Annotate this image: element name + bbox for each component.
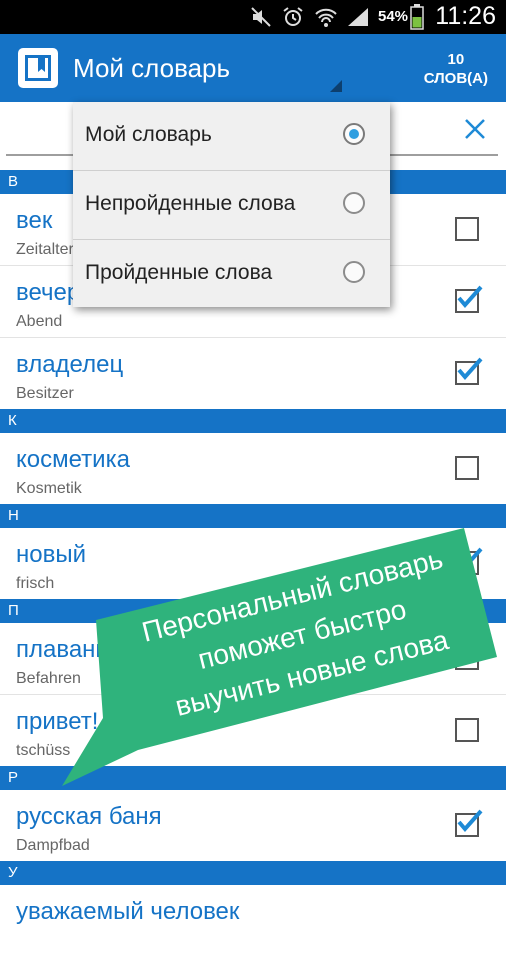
spinner-indicator-icon [330, 80, 342, 92]
word-text: уважаемый человек [16, 898, 240, 925]
word-text: новый [16, 541, 87, 568]
filter-option-my-dictionary[interactable]: Мой словарь [73, 102, 390, 171]
radio-selected[interactable] [343, 123, 365, 145]
list-item[interactable]: русская баня Dampfbad [0, 790, 506, 861]
word-text: плавание [16, 636, 123, 663]
learned-checkbox[interactable] [455, 456, 479, 480]
word-text: русская баня [16, 803, 162, 830]
learned-checkbox[interactable] [455, 285, 483, 313]
section-header: Р [0, 766, 506, 790]
action-bar: Мой словарь 10 СЛОВ(А) [0, 34, 506, 102]
book-logo-icon[interactable] [16, 46, 60, 90]
filter-dropdown: Мой словарь Непройденные слова Пройденны… [73, 102, 390, 307]
section-header: К [0, 409, 506, 433]
alarm-icon [282, 6, 304, 33]
word-count-number: 10 [447, 51, 465, 68]
translation-text: Zeitalter [16, 241, 74, 258]
signal-icon [346, 6, 370, 33]
learned-checkbox[interactable] [455, 718, 479, 742]
dictionary-filter-spinner[interactable]: Мой словарь [73, 53, 230, 84]
list-item[interactable]: уважаемый человек [0, 885, 506, 956]
word-count-unit: СЛОВ(А) [423, 70, 488, 87]
learned-checkbox[interactable] [455, 217, 479, 241]
battery-icon [410, 4, 424, 35]
translation-text: Befahren [16, 670, 81, 687]
wifi-icon [314, 6, 338, 33]
filter-option-unlearned[interactable]: Непройденные слова [73, 171, 390, 240]
learned-checkbox[interactable] [455, 547, 483, 575]
translation-text: Dampfbad [16, 837, 90, 854]
translation-text: tschüss [16, 742, 71, 759]
close-icon[interactable] [462, 116, 488, 142]
translation-text: Kosmetik [16, 480, 82, 497]
status-bar: 54% 11:26 [0, 0, 506, 34]
learned-checkbox[interactable] [455, 357, 483, 385]
translation-text: frisch [16, 575, 55, 592]
filter-option-label: Непройденные слова [85, 192, 296, 215]
section-header: Н [0, 504, 506, 528]
filter-option-label: Мой словарь [85, 123, 212, 146]
list-item[interactable]: владелец Besitzer [0, 338, 506, 409]
word-text: владелец [16, 351, 124, 378]
word-text: привет! [16, 708, 99, 735]
word-text: косметика [16, 446, 130, 473]
filter-option-learned[interactable]: Пройденные слова [73, 240, 390, 308]
learned-checkbox[interactable] [455, 642, 483, 670]
section-header: У [0, 861, 506, 885]
list-item[interactable]: косметика Kosmetik [0, 433, 506, 504]
filter-option-label: Пройденные слова [85, 261, 273, 284]
radio-unselected[interactable] [343, 261, 365, 283]
word-text: век [16, 207, 53, 234]
battery-percent: 54% [378, 8, 409, 25]
list-item[interactable]: привет! tschüss [0, 695, 506, 766]
radio-unselected[interactable] [343, 192, 365, 214]
translation-text: Abend [16, 313, 63, 330]
list-item[interactable]: плавание Befahren [0, 623, 506, 695]
list-item[interactable]: новый frisch [0, 528, 506, 599]
word-text: вечер [16, 279, 81, 306]
mute-icon [250, 6, 272, 33]
section-header: П [0, 599, 506, 623]
clock: 11:26 [435, 2, 496, 30]
learned-checkbox[interactable] [455, 809, 483, 837]
word-count: 10 СЛОВ(А) [424, 50, 488, 88]
translation-text: Besitzer [16, 385, 74, 402]
